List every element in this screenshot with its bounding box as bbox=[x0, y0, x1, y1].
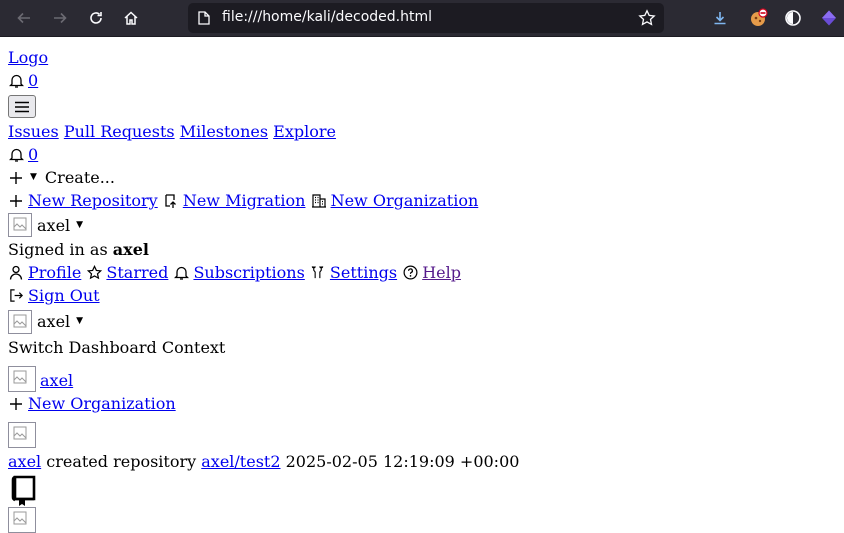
extension-cookie-button[interactable] bbox=[746, 6, 770, 30]
person-icon bbox=[8, 265, 24, 281]
nav-explore[interactable]: Explore bbox=[273, 120, 336, 143]
bell-icon bbox=[173, 265, 189, 281]
profile-link[interactable]: Profile bbox=[28, 261, 81, 284]
download-icon bbox=[714, 12, 726, 25]
nav-pull-requests[interactable]: Pull Requests bbox=[64, 120, 175, 143]
starred-link[interactable]: Starred bbox=[106, 261, 168, 284]
sign-out-icon bbox=[8, 288, 24, 304]
tools-icon bbox=[310, 265, 326, 281]
context-new-organization-link[interactable]: New Organization bbox=[28, 392, 176, 415]
page-content: Logo 0 Issues Pull Requests Milestones E… bbox=[8, 46, 838, 533]
hamburger-icon bbox=[15, 101, 29, 112]
feed-item: axel created repository axel/test2 2025-… bbox=[8, 450, 838, 473]
settings-link[interactable]: Settings bbox=[330, 261, 397, 284]
context-item-row[interactable]: axel bbox=[8, 359, 838, 392]
notifications-row: 0 bbox=[8, 69, 838, 92]
forward-button[interactable] bbox=[46, 4, 74, 32]
caret-down-icon: ▼ bbox=[76, 219, 84, 230]
user-name: axel bbox=[37, 215, 71, 235]
user-dropdown[interactable]: axel ▼ bbox=[8, 212, 838, 238]
extension-shield-button[interactable] bbox=[781, 6, 805, 30]
notification-count-link[interactable]: 0 bbox=[28, 69, 38, 92]
notification-count-link-2[interactable]: 0 bbox=[28, 143, 38, 166]
broken-image-icon bbox=[13, 314, 27, 327]
broken-image-icon bbox=[13, 217, 27, 231]
bell-icon bbox=[8, 73, 24, 89]
reload-icon bbox=[90, 12, 102, 24]
feed-timestamp: 2025-02-05 12:19:09 +00:00 bbox=[285, 452, 520, 471]
context-dropdown[interactable]: axel ▼ bbox=[8, 307, 838, 336]
create-dropdown[interactable]: ▼ Create... bbox=[8, 166, 838, 189]
downloads-button[interactable] bbox=[708, 6, 732, 30]
context-item-link[interactable]: axel bbox=[40, 369, 73, 392]
menu-toggle-button[interactable] bbox=[8, 95, 36, 118]
bookmark-star-icon[interactable] bbox=[638, 9, 656, 27]
create-menu: New Repository New Migration New Organiz… bbox=[8, 189, 838, 212]
plus-icon bbox=[8, 193, 24, 209]
context-user: axel bbox=[37, 312, 71, 331]
reload-button[interactable] bbox=[82, 4, 110, 32]
broken-image-icon bbox=[13, 370, 27, 384]
arrow-left-icon bbox=[17, 12, 30, 24]
main-nav: Issues Pull Requests Milestones Explore bbox=[8, 120, 838, 143]
question-circle-icon bbox=[402, 265, 418, 281]
url-text: file:///home/kali/decoded.html bbox=[222, 9, 433, 25]
sign-out-row: Sign Out bbox=[8, 284, 838, 307]
new-migration-link[interactable]: New Migration bbox=[183, 189, 306, 212]
plus-icon bbox=[8, 170, 24, 186]
signed-in-prefix: Signed in as bbox=[8, 240, 108, 259]
avatar bbox=[8, 213, 32, 237]
feed-actor-link[interactable]: axel bbox=[8, 450, 41, 473]
avatar bbox=[8, 422, 36, 448]
feed-repo-link[interactable]: axel/test2 bbox=[201, 450, 280, 473]
new-organization-link[interactable]: New Organization bbox=[331, 189, 479, 212]
arrow-right-icon bbox=[54, 12, 67, 24]
feed-action: created repository bbox=[46, 452, 197, 471]
star-icon bbox=[86, 265, 102, 281]
subscriptions-link[interactable]: Subscriptions bbox=[193, 261, 304, 284]
back-button[interactable] bbox=[10, 4, 38, 32]
broken-image-icon bbox=[13, 426, 27, 440]
new-repository-link[interactable]: New Repository bbox=[28, 189, 158, 212]
bell-icon bbox=[8, 147, 24, 163]
home-button[interactable] bbox=[117, 4, 145, 32]
page-icon bbox=[198, 11, 210, 25]
logo-row: Logo bbox=[8, 46, 838, 69]
cookie-extension-icon bbox=[751, 8, 768, 26]
repo-icon-row bbox=[8, 473, 838, 507]
create-label: Create... bbox=[44, 168, 115, 187]
avatar bbox=[8, 507, 36, 533]
new-org-row: New Organization bbox=[8, 392, 838, 415]
url-bar[interactable]: file:///home/kali/decoded.html bbox=[188, 3, 664, 33]
caret-down-icon: ▼ bbox=[30, 172, 37, 182]
sign-out-link[interactable]: Sign Out bbox=[28, 284, 100, 307]
signed-in-user: axel bbox=[112, 240, 149, 259]
browser-toolbar: file:///home/kali/decoded.html bbox=[0, 0, 844, 37]
extension-cube-button[interactable] bbox=[817, 6, 841, 30]
nav-issues[interactable]: Issues bbox=[8, 120, 59, 143]
avatar bbox=[8, 366, 36, 392]
broken-image-icon bbox=[13, 511, 27, 525]
caret-down-icon: ▼ bbox=[76, 316, 84, 326]
organization-icon bbox=[311, 193, 327, 209]
cube-extension-icon bbox=[822, 10, 836, 26]
notifications-row-2: 0 bbox=[8, 143, 838, 166]
nav-milestones[interactable]: Milestones bbox=[180, 120, 268, 143]
plus-icon bbox=[8, 396, 24, 412]
half-circle-icon bbox=[785, 10, 801, 26]
home-icon bbox=[124, 11, 138, 25]
logo-link[interactable]: Logo bbox=[8, 46, 48, 69]
menu-toggle-row bbox=[8, 92, 838, 120]
repo-icon bbox=[11, 475, 36, 506]
switch-context-label: Switch Dashboard Context bbox=[8, 338, 226, 357]
feed-avatar-row bbox=[8, 415, 838, 448]
feed-avatar-row-2 bbox=[8, 507, 838, 533]
repo-push-icon bbox=[163, 193, 179, 209]
switch-context-row: Switch Dashboard Context bbox=[8, 336, 838, 359]
help-link[interactable]: Help bbox=[422, 261, 461, 284]
avatar bbox=[8, 309, 32, 334]
user-menu: Profile Starred Subscriptions Settings H… bbox=[8, 261, 838, 284]
signed-in-row: Signed in as axel bbox=[8, 238, 838, 261]
